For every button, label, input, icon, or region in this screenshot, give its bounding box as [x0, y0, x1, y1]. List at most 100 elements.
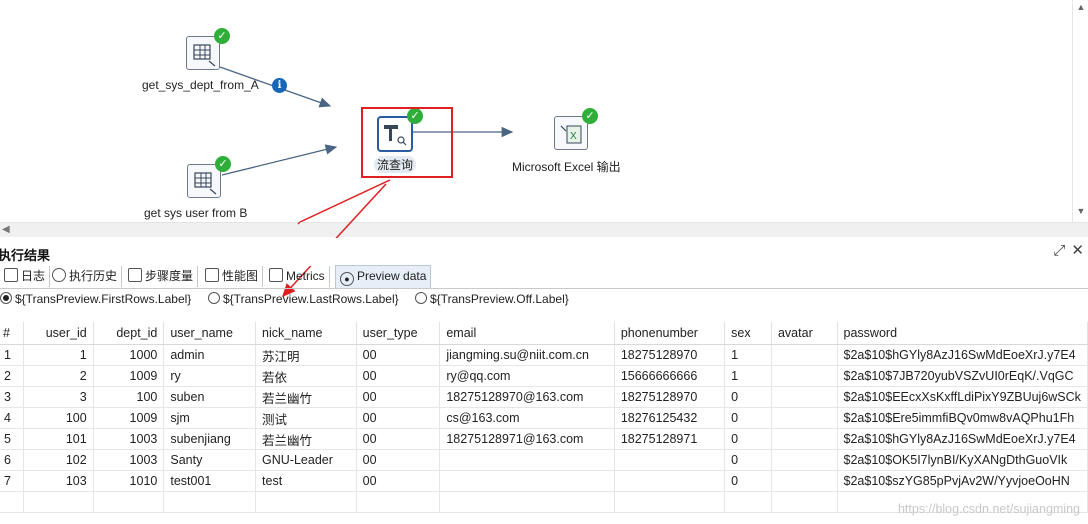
- tab-metrics[interactable]: Metrics: [265, 266, 330, 287]
- table-cell: $2a$10$7JB720yubVSZvUI0rEqK/.VqGC: [837, 365, 1088, 387]
- table-cell: 00: [356, 428, 441, 450]
- close-icon[interactable]: ✕: [1071, 242, 1084, 259]
- table-cell: [439, 470, 615, 492]
- radio-dot[interactable]: [0, 292, 12, 304]
- table-cell: 测试: [255, 407, 357, 429]
- table-cell: 0: [724, 449, 772, 471]
- success-check-icon: ✓: [214, 28, 230, 44]
- tab-log[interactable]: 日志: [0, 266, 51, 287]
- table-cell: [724, 491, 772, 513]
- table-cell: sjm: [163, 407, 257, 429]
- log-icon: [4, 268, 18, 282]
- table-cell: [771, 344, 838, 366]
- table-cell: $2a$10$hGYly8AzJ16SwMdEoeXrJ.y7E4: [837, 428, 1088, 450]
- tab-label: 执行历史: [69, 269, 118, 283]
- table-row[interactable]: 2 2 1009 ry 若依 00 ry@qq.com 15666666666 1 $2a$10$…: [0, 365, 1088, 387]
- hop-connectors: [219, 66, 514, 176]
- hop-user-to-lookup: [221, 144, 338, 176]
- table-cell: 苏江明: [255, 344, 357, 366]
- row-number: 6: [0, 449, 24, 471]
- svg-text:X: X: [570, 131, 577, 142]
- table-cell: 2: [23, 365, 94, 387]
- table-cell: 00: [356, 449, 441, 471]
- table-cell: 1: [23, 344, 94, 366]
- radio-off[interactable]: ${TransPreview.Off.Label}: [415, 292, 569, 306]
- table-cell: $2a$10$Ere5immfiBQv0mw8vAQPhu1Fh: [837, 407, 1088, 429]
- table-cell: 若兰幽竹: [255, 428, 357, 450]
- canvas-vertical-scrollbar[interactable]: ▲ ▼: [1072, 0, 1088, 222]
- table-row[interactable]: 5 101 1003 subenjiang 若兰幽竹 00 18275128971@163.…: [0, 428, 1088, 450]
- column-header[interactable]: dept_id: [93, 322, 165, 345]
- radio-label: ${TransPreview.LastRows.Label}: [223, 292, 399, 306]
- table-cell: [614, 470, 726, 492]
- maximize-icon[interactable]: ⤢: [1053, 242, 1065, 259]
- table-cell: [0, 491, 24, 513]
- scroll-down-icon[interactable]: ▼: [1075, 206, 1087, 216]
- column-header[interactable]: email: [439, 322, 615, 345]
- tab-preview-data[interactable]: ● Preview data: [335, 265, 432, 288]
- table-cell: [771, 491, 838, 513]
- canvas-horizontal-scrollbar[interactable]: ◀: [0, 222, 1088, 237]
- column-header[interactable]: phonenumber: [614, 322, 726, 345]
- table-cell: 1: [724, 344, 772, 366]
- table-cell: GNU-Leader: [255, 449, 357, 471]
- column-header[interactable]: nick_name: [255, 322, 357, 345]
- table-cell: 1009: [93, 365, 165, 387]
- transformation-canvas[interactable]: ✓ get_sys_dept_from_A i ✓ get sys user f…: [0, 0, 1072, 222]
- table-cell: 1003: [93, 428, 165, 450]
- preview-mode-radios: ${TransPreview.FirstRows.Label} ${TransP…: [0, 292, 1088, 310]
- table-cell: jiangming.su@niit.com.cn: [439, 344, 615, 366]
- selection-highlight-box: [361, 107, 453, 178]
- preview-table-container[interactable]: # user_id dept_id user_name nick_name us…: [0, 322, 1088, 524]
- table-cell: 100: [93, 386, 165, 408]
- table-row[interactable]: 4 100 1009 sjm 测试 00 cs@163.com 18276125432 0 $2a…: [0, 407, 1088, 429]
- tab-performance[interactable]: 性能图: [201, 266, 264, 287]
- scroll-up-icon[interactable]: ▲: [1075, 2, 1087, 12]
- table-cell: 00: [356, 386, 441, 408]
- success-check-icon: ✓: [215, 156, 231, 172]
- tab-step-metrics[interactable]: 步骤度量: [124, 266, 199, 287]
- table-cell: 00: [356, 344, 441, 366]
- table-cell: 1: [724, 365, 772, 387]
- table-cell: 18275128970: [614, 344, 726, 366]
- column-header[interactable]: user_id: [23, 322, 94, 345]
- table-cell: [771, 470, 838, 492]
- column-header[interactable]: avatar: [771, 322, 838, 345]
- radio-label: ${TransPreview.Off.Label}: [430, 292, 569, 306]
- column-header[interactable]: user_name: [163, 322, 257, 345]
- result-tabs: 日志 执行历史 步骤度量 性能图 Metrics ● Preview data: [0, 265, 1088, 289]
- radio-last-rows[interactable]: ${TransPreview.LastRows.Label}: [208, 292, 399, 306]
- table-cell: [255, 491, 357, 513]
- row-number: 3: [0, 386, 24, 408]
- table-cell: [771, 386, 838, 408]
- table-cell: 103: [23, 470, 94, 492]
- watermark: https://blog.csdn.net/sujiangming: [897, 502, 1080, 516]
- table-cell: 15666666666: [614, 365, 726, 387]
- row-number: 7: [0, 470, 24, 492]
- column-header[interactable]: password: [837, 322, 1088, 345]
- info-icon[interactable]: i: [272, 78, 287, 93]
- scroll-left-icon[interactable]: ◀: [2, 224, 10, 235]
- column-header[interactable]: sex: [724, 322, 772, 345]
- table-row[interactable]: 6 102 1003 Santy GNU-Leader 00 0 $2a$10$OK5I7ly…: [0, 449, 1088, 471]
- table-row[interactable]: 7 103 1010 test001 test 00 0 $2a$10$szYG85pPvjA…: [0, 470, 1088, 492]
- table-cell: test: [255, 470, 357, 492]
- radio-dot[interactable]: [208, 292, 220, 304]
- column-header[interactable]: user_type: [356, 322, 441, 345]
- radio-dot[interactable]: [415, 292, 427, 304]
- tab-label: Preview data: [357, 269, 427, 283]
- panel-title: 执行结果: [0, 248, 51, 263]
- table-cell: Santy: [163, 449, 257, 471]
- tab-history[interactable]: 执行历史: [48, 266, 123, 287]
- table-cell: $2a$10$hGYly8AzJ16SwMdEoeXrJ.y7E4: [837, 344, 1088, 366]
- table-row[interactable]: 1 1 1000 admin 苏江明 00 jiangming.su@niit.com.cn…: [0, 344, 1088, 366]
- table-cell: [771, 365, 838, 387]
- table-cell: admin: [163, 344, 257, 366]
- radio-first-rows[interactable]: ${TransPreview.FirstRows.Label}: [0, 292, 191, 306]
- success-check-icon: ✓: [582, 108, 598, 124]
- column-header[interactable]: #: [0, 322, 24, 345]
- table-cell: [614, 449, 726, 471]
- table-cell: 00: [356, 407, 441, 429]
- table-header-row: # user_id dept_id user_name nick_name us…: [0, 322, 1088, 345]
- table-row[interactable]: 3 3 100 suben 若兰幽竹 00 18275128970@163.com 18275…: [0, 386, 1088, 408]
